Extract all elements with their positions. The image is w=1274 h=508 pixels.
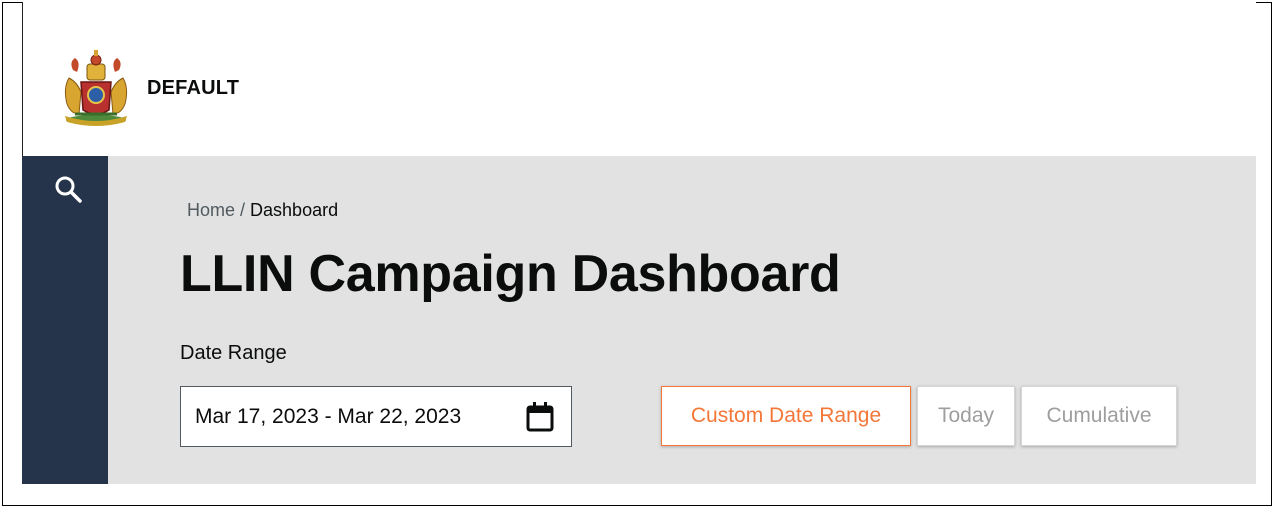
search-button[interactable] [52, 173, 86, 207]
state-emblem-icon [64, 50, 128, 126]
custom-date-range-button[interactable]: Custom Date Range [661, 386, 911, 446]
sidebar [22, 156, 108, 484]
breadcrumb-separator: / [240, 200, 246, 220]
search-icon [55, 176, 82, 203]
calendar-icon [526, 402, 554, 432]
breadcrumb: Home / Dashboard [187, 200, 338, 221]
calendar-button[interactable] [525, 401, 555, 433]
top-header: DEFAULT [22, 2, 1256, 156]
main-content: Home / Dashboard LLIN Campaign Dashboard… [108, 156, 1256, 484]
date-range-input[interactable]: Mar 17, 2023 - Mar 22, 2023 [180, 386, 572, 447]
cumulative-button[interactable]: Cumulative [1021, 386, 1177, 446]
brand[interactable]: DEFAULT [59, 48, 239, 128]
brand-name: DEFAULT [147, 76, 240, 99]
page-title: LLIN Campaign Dashboard [180, 245, 841, 303]
date-range-label: Date Range [180, 342, 287, 364]
breadcrumb-current: Dashboard [250, 200, 339, 220]
date-range-presets: Custom Date Range Today Cumulative [661, 386, 1177, 446]
today-button[interactable]: Today [917, 386, 1015, 446]
date-range-value: Mar 17, 2023 - Mar 22, 2023 [195, 404, 462, 428]
breadcrumb-home-link[interactable]: Home [187, 200, 235, 221]
